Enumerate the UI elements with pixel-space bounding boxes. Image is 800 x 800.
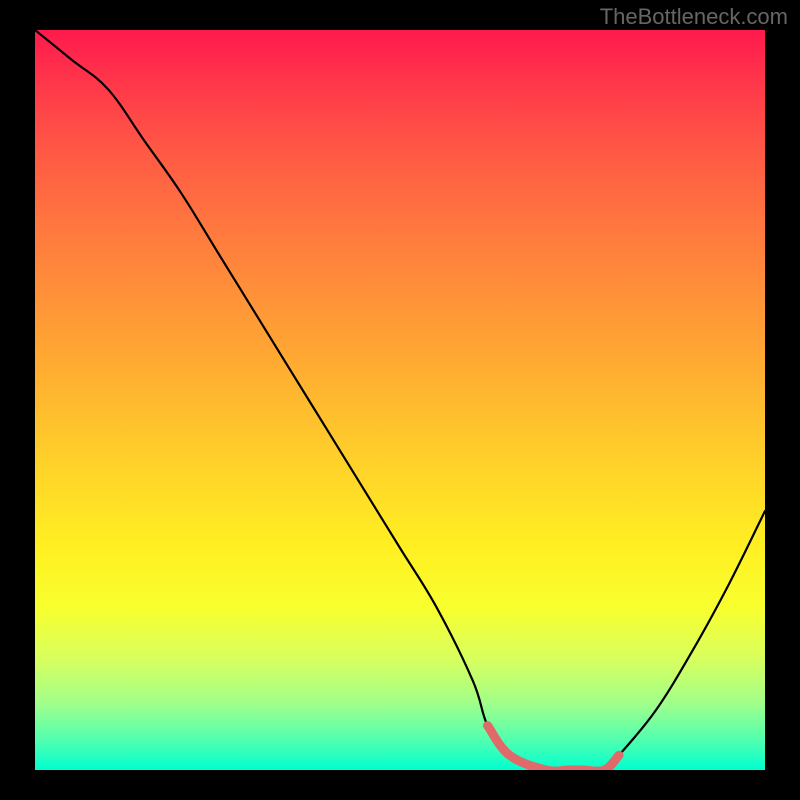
plot-area	[35, 30, 765, 770]
watermark-text: TheBottleneck.com	[600, 4, 788, 30]
highlight-segment	[488, 726, 619, 770]
chart-svg	[35, 30, 765, 770]
bottleneck-curve	[35, 30, 765, 770]
